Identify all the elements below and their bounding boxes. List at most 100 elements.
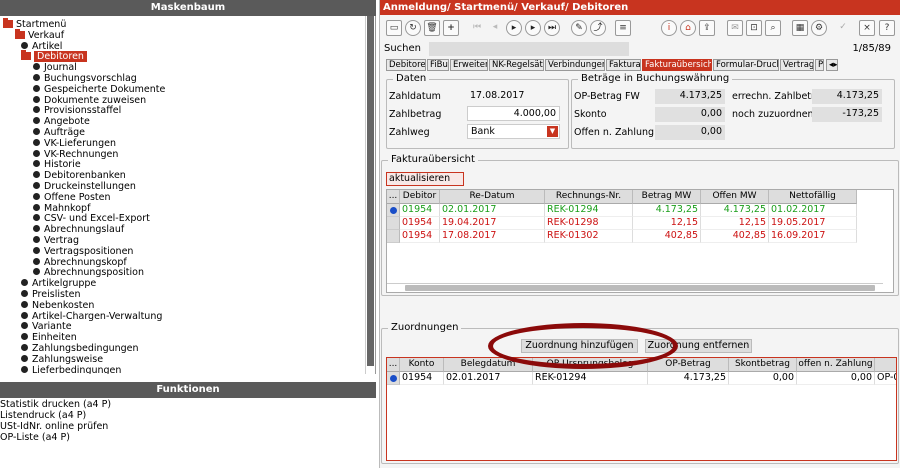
table-cell[interactable]: 4.173,25 bbox=[633, 204, 701, 217]
table-cell[interactable]: 17.08.2017 bbox=[440, 230, 545, 243]
row-header[interactable] bbox=[387, 217, 400, 230]
table-cell[interactable]: 01954 bbox=[400, 372, 444, 385]
function-item[interactable]: Statistik drucken (a4 P) bbox=[0, 399, 376, 410]
tree-item[interactable]: Zahlungsweise bbox=[21, 354, 103, 365]
tree-item[interactable]: CSV- und Excel-Export bbox=[33, 213, 150, 224]
table-cell[interactable]: REK-01298 bbox=[545, 217, 633, 230]
tree-item[interactable]: Artikel bbox=[21, 41, 62, 52]
row-header[interactable] bbox=[387, 230, 400, 243]
column-header[interactable]: Rechnungs-Nr. bbox=[545, 190, 633, 204]
column-header[interactable]: OP-Betrag bbox=[648, 358, 729, 372]
tab-item[interactable]: Fakturaübersicht bbox=[642, 59, 712, 71]
delete-icon[interactable]: 🗑 bbox=[424, 20, 440, 36]
first-icon[interactable]: ⏮ bbox=[469, 20, 485, 36]
add-icon[interactable]: + bbox=[443, 20, 459, 36]
check-icon[interactable]: ✓ bbox=[835, 20, 851, 36]
column-header[interactable]: Betrag MW bbox=[633, 190, 701, 204]
search-input[interactable] bbox=[429, 42, 629, 56]
column-header[interactable]: offen n. Zahlung bbox=[797, 358, 875, 372]
tree-item[interactable]: Provisionsstaffel bbox=[33, 105, 121, 116]
cart-icon[interactable]: ⊡ bbox=[746, 20, 762, 36]
tree-item[interactable]: Zahlungsbedingungen bbox=[21, 343, 139, 354]
tree-item[interactable]: Aufträge bbox=[33, 127, 85, 138]
tree-item[interactable]: Mahnkopf bbox=[33, 203, 90, 214]
help-icon[interactable]: ? bbox=[879, 20, 895, 36]
refresh-icon[interactable]: ↻ bbox=[405, 20, 421, 36]
column-header[interactable]: Nettofällig bbox=[769, 190, 857, 204]
table-cell[interactable]: 12,15 bbox=[633, 217, 701, 230]
tab-item[interactable]: NK-Regelsätze bbox=[489, 59, 544, 71]
column-header[interactable]: Skontbetrag bbox=[729, 358, 797, 372]
tree-item[interactable]: Abrechnungsposition bbox=[33, 267, 144, 278]
mail-icon[interactable]: ✉ bbox=[727, 20, 743, 36]
tab-item[interactable]: FiBu bbox=[427, 59, 449, 71]
tree-item[interactable]: Startmenü bbox=[3, 18, 66, 30]
export-icon[interactable]: ⇪ bbox=[699, 20, 715, 36]
table-cell[interactable]: 0,00 bbox=[729, 372, 797, 385]
column-header[interactable]: Konto bbox=[400, 358, 444, 372]
tree-item[interactable]: VK-Rechnungen bbox=[33, 149, 118, 160]
mask-tree[interactable]: Startmenü Verkauf Artikel Debitoren Journal B… bbox=[0, 16, 376, 374]
table-cell[interactable]: REK-01302 bbox=[545, 230, 633, 243]
tree-item[interactable]: Offene Posten bbox=[33, 192, 111, 203]
lines-icon[interactable]: ≡ bbox=[615, 20, 631, 36]
tree-item[interactable]: Abrechnungskopf bbox=[33, 257, 127, 268]
edit-icon[interactable]: ✎ bbox=[571, 20, 587, 36]
table-cell[interactable]: 16.09.2017 bbox=[769, 230, 857, 243]
tree-item[interactable]: Journal bbox=[33, 62, 77, 73]
tab-item[interactable]: P bbox=[815, 59, 824, 71]
tree-item[interactable]: Variante bbox=[21, 321, 72, 332]
tab-item[interactable]: Debitoren bbox=[386, 59, 426, 71]
info-icon[interactable]: i bbox=[661, 20, 677, 36]
table-cell[interactable]: 01954 bbox=[400, 230, 440, 243]
tree-item[interactable]: Artikelgruppe bbox=[21, 278, 96, 289]
tree-item[interactable]: Gespeicherte Dokumente bbox=[33, 84, 165, 95]
tree-item[interactable]: Historie bbox=[33, 159, 81, 170]
link-icon[interactable]: ⤴ bbox=[590, 20, 606, 36]
settings-icon[interactable]: ⚙ bbox=[811, 20, 827, 36]
table-cell[interactable]: 0,00 bbox=[797, 372, 875, 385]
table-cell[interactable]: 02.01.2017 bbox=[440, 204, 545, 217]
table-cell[interactable]: 12,15 bbox=[701, 217, 769, 230]
tab-item[interactable]: Formular-Druck bbox=[713, 59, 779, 71]
next-icon[interactable]: ▸ bbox=[525, 20, 541, 36]
window-icon[interactable]: ▭ bbox=[386, 20, 402, 36]
function-item[interactable]: OP-Liste (a4 P) bbox=[0, 432, 376, 443]
zahldatum-field[interactable]: 17.08.2017 bbox=[467, 89, 560, 104]
tree-scrollbar[interactable] bbox=[365, 16, 375, 374]
table-cell[interactable]: OP-0 bbox=[875, 372, 896, 385]
refresh-button[interactable]: aktualisieren bbox=[386, 172, 464, 186]
table-cell[interactable]: 4.173,25 bbox=[648, 372, 729, 385]
table-cell[interactable]: 4.173,25 bbox=[701, 204, 769, 217]
tree-item[interactable]: Artikel-Chargen-Verwaltung bbox=[21, 311, 162, 322]
table-cell[interactable]: 01954 bbox=[400, 217, 440, 230]
tab-scroll-arrows[interactable]: ◂▸ bbox=[826, 59, 838, 71]
home-icon[interactable]: ⌂ bbox=[680, 20, 696, 36]
column-header[interactable]: Debitor bbox=[400, 190, 440, 204]
table-cell[interactable]: 402,85 bbox=[701, 230, 769, 243]
tree-item[interactable]: Dokumente zuweisen bbox=[33, 95, 146, 106]
table-cell[interactable]: REK-01294 bbox=[545, 204, 633, 217]
tree-item[interactable]: Abrechnungslauf bbox=[33, 224, 124, 235]
close-icon[interactable]: × bbox=[859, 20, 875, 36]
tab-item[interactable]: Faktura bbox=[606, 59, 641, 71]
table-cell[interactable]: 01954 bbox=[400, 204, 440, 217]
tree-item[interactable]: Lieferbedingungen bbox=[21, 365, 121, 374]
faktura-hscroll[interactable] bbox=[387, 283, 883, 292]
column-header[interactable]: Offen MW bbox=[701, 190, 769, 204]
last-icon[interactable]: ⏭ bbox=[544, 20, 560, 36]
tree-item[interactable]: Vertrag bbox=[33, 235, 79, 246]
dropdown-icon[interactable]: ▼ bbox=[547, 126, 558, 137]
tab-item[interactable]: Vertrag bbox=[780, 59, 814, 71]
tree-item[interactable]: Nebenkosten bbox=[21, 300, 94, 311]
tree-item[interactable]: Debitorenbanken bbox=[33, 170, 126, 181]
tree-item[interactable]: Einheiten bbox=[21, 332, 77, 343]
prev-icon[interactable]: ◂ bbox=[487, 20, 503, 36]
table-cell[interactable]: 402,85 bbox=[633, 230, 701, 243]
function-item[interactable]: Listendruck (a4 P) bbox=[0, 410, 376, 421]
tree-item[interactable]: Verkauf bbox=[15, 28, 64, 41]
table-cell[interactable]: 19.04.2017 bbox=[440, 217, 545, 230]
table-cell[interactable]: 02.01.2017 bbox=[444, 372, 533, 385]
column-header[interactable] bbox=[875, 358, 896, 372]
table-cell[interactable]: REK-01294 bbox=[533, 372, 648, 385]
